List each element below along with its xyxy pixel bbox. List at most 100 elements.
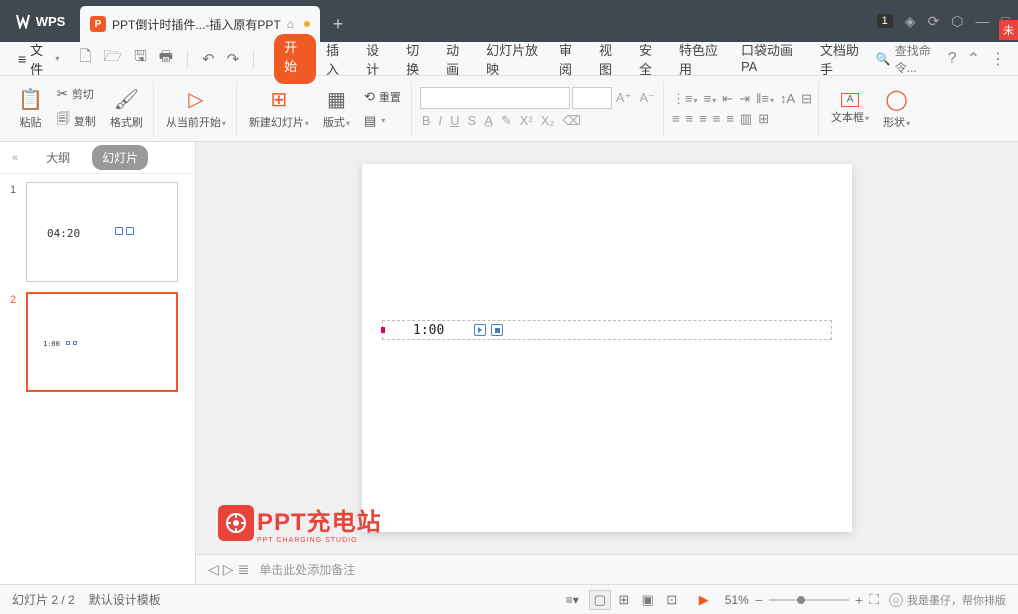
textbox-button[interactable]: A 文本框▾ [827,91,873,127]
tab-review[interactable]: 审阅 [551,34,589,84]
strikethrough-button[interactable]: S [466,111,479,130]
increase-font-icon[interactable]: A⁺ [614,88,634,108]
timer-stop-button[interactable] [491,324,503,336]
section-button[interactable]: ▤▾ [360,111,405,131]
shirt-icon[interactable]: ⬡ [951,13,963,30]
align-center-button[interactable]: ≡ [686,111,694,127]
assistant[interactable]: ☺ 我是墨仔，帮你排版 [889,592,1006,608]
increase-indent-button[interactable]: ⇥ [739,91,750,107]
undo-icon[interactable]: ↶ [200,48,217,70]
minimize-button[interactable]: — [976,13,990,29]
tab-security[interactable]: 安全 [631,34,669,84]
cut-button[interactable]: ✂剪切 [53,84,100,104]
tab-pocket-anim[interactable]: 口袋动画 PA [733,34,810,84]
collapse-panel-icon[interactable]: « [12,152,18,164]
help-icon[interactable]: ? [948,50,957,68]
tab-animation[interactable]: 动画 [438,34,476,84]
tab-features[interactable]: 特色应用 [671,34,731,84]
sorter-view-button[interactable]: ⊞ [613,590,635,610]
highlight-button[interactable]: ✎ [499,111,514,131]
mini-stop-icon [126,227,134,235]
timer-play-button[interactable] [474,324,486,336]
justify-button[interactable]: ≡ [713,111,721,127]
open-icon[interactable]: 🗁 [101,44,124,73]
timer-textbox[interactable]: 1:00 [382,320,832,340]
dropdown-arrow-icon: ▾ [55,54,59,63]
tab-view[interactable]: 视图 [591,34,629,84]
subscript-button[interactable]: X₂ [539,111,557,130]
search-command[interactable]: 🔍 查找命令... [876,42,938,76]
view-buttons: ▢ ⊞ ▣ ⊡ [589,590,683,610]
align-text-button[interactable]: ⊟ [801,91,812,107]
file-menu[interactable]: ≡ 文件 ▾ [12,36,65,82]
fit-window-button[interactable]: ⛶ [869,591,879,608]
align-right-button[interactable]: ≡ [699,111,707,127]
zoom-in-button[interactable]: + [855,592,863,608]
line-spacing-button[interactable]: ‖≡▾ [756,91,774,107]
zoom-value[interactable]: 51% [725,593,749,607]
zoom-slider-handle[interactable] [797,596,805,604]
tab-transition[interactable]: 切换 [398,34,436,84]
skin-icon[interactable]: ◈ [905,13,916,30]
normal-view-button[interactable]: ▢ [589,590,611,610]
tab-doc-helper[interactable]: 文档助手 [812,34,872,84]
tab-slideshow[interactable]: 幻灯片放映 [478,34,549,84]
view-menu-icon[interactable]: ≡▾ [566,593,579,607]
new-slide-icon: ⊞ [271,87,288,112]
redo-icon[interactable]: ↷ [225,48,242,70]
underline-button[interactable]: U [448,111,461,130]
zoom-control: 51% − + ⛶ [725,591,879,608]
reading-view-button[interactable]: ▣ [637,590,659,610]
clipboard-group: 📋 粘贴 ✂剪切 🗐复制 🖌 格式刷 [8,81,154,137]
slide-canvas[interactable]: 1:00 [362,164,852,532]
zoom-slider-track[interactable] [769,599,849,601]
numbering-button[interactable]: ≡▾ [704,91,717,107]
shape-button[interactable]: ◯ 形状▾ [879,85,914,132]
copy-button[interactable]: 🗐复制 [53,108,100,134]
tab-start[interactable]: 开始 [274,34,316,84]
paste-button[interactable]: 📋 粘贴 [14,85,47,132]
zoom-out-button[interactable]: − [755,592,763,608]
notes-view-button[interactable]: ⊡ [661,590,683,610]
superscript-button[interactable]: X² [518,111,535,130]
collapse-ribbon-icon[interactable]: ⌃ [967,49,980,69]
bullets-button[interactable]: ⋮≡▾ [672,91,698,107]
font-family-select[interactable] [420,87,570,109]
smartart-button[interactable]: ⊞ [758,111,769,127]
decrease-font-icon[interactable]: A⁻ [637,88,657,108]
slides-tab[interactable]: 幻灯片 [92,145,148,170]
notes-nav-left-icon[interactable]: ◁ [208,561,219,578]
slide-thumbnail-1[interactable]: 04:20 [26,182,178,282]
reset-button[interactable]: ⟲重置 [360,87,405,107]
clear-format-button[interactable]: ⌫ [561,111,583,131]
italic-button[interactable]: I [437,111,445,130]
sync-icon[interactable]: ⟳ [928,13,940,30]
text-direction-button[interactable]: ↕A [780,91,795,107]
print-icon[interactable]: 🖶 [157,44,175,73]
layout-button[interactable]: ▦ 版式▾ [319,85,354,132]
bold-button[interactable]: B [420,111,433,130]
tab-insert[interactable]: 插入 [318,34,356,84]
ribbon-tabs: 开始 插入 设计 切换 动画 幻灯片放映 审阅 视图 安全 特色应用 口袋动画 … [274,34,872,84]
slide-thumbnail-2[interactable]: 1:00 [26,292,178,392]
from-current-button[interactable]: ▷ 从当前开始▾ [162,85,230,132]
decrease-indent-button[interactable]: ⇤ [722,91,733,107]
new-slide-button[interactable]: ⊞ 新建幻灯片▾ [245,85,313,132]
distribute-button[interactable]: ≡ [726,111,734,127]
slideshow-button[interactable]: ▶ [693,590,715,610]
tab-design[interactable]: 设计 [358,34,396,84]
notes-nav-right-icon[interactable]: ▷ [223,561,234,578]
align-left-button[interactable]: ≡ [672,111,680,127]
font-size-select[interactable] [572,87,612,109]
columns-button[interactable]: ▥ [740,111,752,127]
format-painter-button[interactable]: 🖌 格式刷 [106,85,147,132]
copy-icon: 🗐 [57,110,70,132]
new-icon[interactable]: 🗋 [77,44,93,73]
more-icon[interactable]: ⋮ [990,49,1006,69]
notes-placeholder[interactable]: 单击此处添加备注 [259,561,355,578]
save-icon[interactable]: 🖫 [132,44,149,73]
font-color-button[interactable]: A̲ [482,111,495,130]
outline-tab[interactable]: 大纲 [36,145,80,170]
notification-badge[interactable]: 1 [877,14,893,28]
notes-toggle-icon[interactable]: ≣ [238,561,250,578]
